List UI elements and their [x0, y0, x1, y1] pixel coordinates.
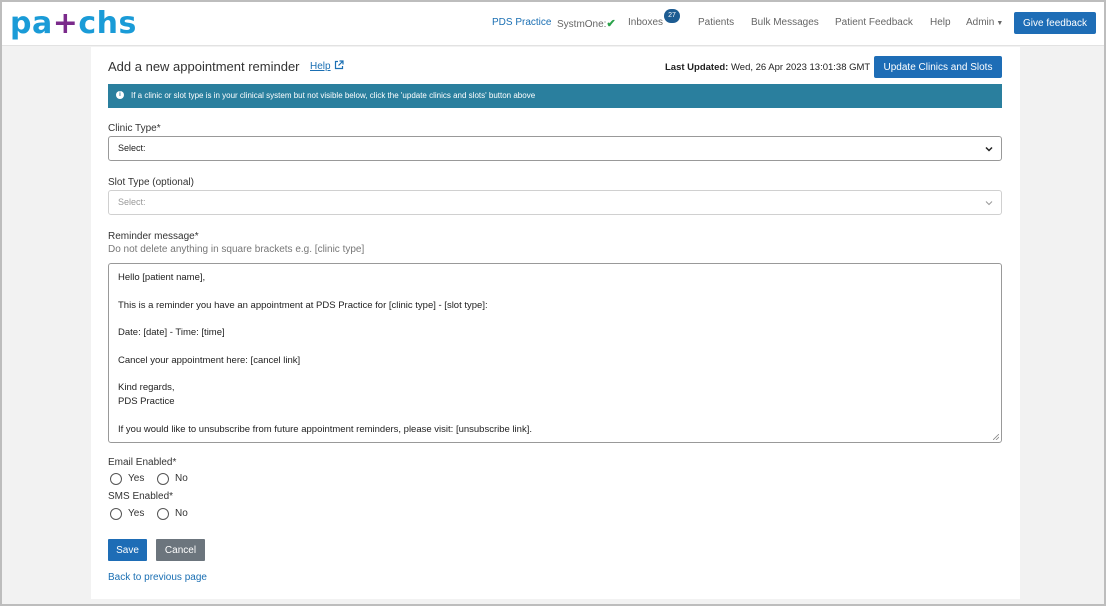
- clinic-type-label: Clinic Type*: [108, 123, 161, 134]
- nav-inboxes[interactable]: Inboxes: [628, 17, 663, 28]
- last-updated: Last Updated: Wed, 26 Apr 2023 13:01:38 …: [665, 62, 871, 73]
- reminder-message-label: Reminder message*: [108, 231, 199, 242]
- back-to-previous-link[interactable]: Back to previous page: [108, 572, 207, 583]
- reminder-message-textarea[interactable]: Hello [patient name], This is a reminder…: [108, 263, 1002, 443]
- reminder-hint: Do not delete anything in square bracket…: [108, 244, 365, 255]
- email-no-radio[interactable]: [157, 473, 169, 485]
- inbox-count-badge: 27: [664, 9, 680, 23]
- slot-type-select[interactable]: Select:: [108, 190, 1002, 215]
- email-enabled-label: Email Enabled*: [108, 457, 177, 468]
- nav-menu: PDS Practice SystmOne:✔ Inboxes 27 Patie…: [2, 2, 1104, 46]
- clinic-type-select[interactable]: Select:: [108, 136, 1002, 161]
- main-content: Add a new appointment reminder Help Last…: [91, 47, 1020, 599]
- external-link-icon[interactable]: [334, 60, 344, 70]
- chevron-down-icon: [985, 146, 993, 152]
- help-link[interactable]: Help: [310, 61, 331, 72]
- check-icon: ✔: [606, 18, 616, 30]
- resize-handle-icon[interactable]: [993, 434, 999, 440]
- sms-yes-label[interactable]: Yes: [128, 508, 144, 520]
- app-window: pa+chs PDS Practice SystmOne:✔ Inboxes 2…: [2, 2, 1104, 604]
- email-no-label[interactable]: No: [175, 473, 188, 485]
- info-alert: i If a clinic or slot type is in your cli…: [108, 84, 1002, 108]
- caret-down-icon: ▼: [996, 20, 1004, 27]
- cancel-button[interactable]: Cancel: [156, 539, 205, 561]
- sms-no-label[interactable]: No: [175, 508, 188, 520]
- nav-admin-dropdown[interactable]: Admin ▼: [966, 17, 1003, 28]
- email-yes-label[interactable]: Yes: [128, 473, 144, 485]
- info-icon: i: [116, 90, 124, 99]
- nav-practice[interactable]: PDS Practice: [492, 17, 551, 28]
- page-title: Add a new appointment reminder: [108, 59, 300, 74]
- nav-help[interactable]: Help: [930, 17, 951, 28]
- update-clinics-button[interactable]: Update Clinics and Slots: [874, 56, 1002, 78]
- nav-bulk-messages[interactable]: Bulk Messages: [751, 17, 819, 28]
- sms-yes-radio[interactable]: [110, 508, 122, 520]
- sms-no-radio[interactable]: [157, 508, 169, 520]
- sms-enabled-label: SMS Enabled*: [108, 491, 174, 502]
- top-navbar: pa+chs PDS Practice SystmOne:✔ Inboxes 2…: [2, 2, 1104, 46]
- save-button[interactable]: Save: [108, 539, 147, 561]
- nav-patient-feedback[interactable]: Patient Feedback: [835, 17, 913, 28]
- give-feedback-button[interactable]: Give feedback: [1014, 12, 1096, 34]
- chevron-down-icon: [985, 201, 993, 206]
- nav-patients[interactable]: Patients: [698, 17, 734, 28]
- slot-type-label: Slot Type (optional): [108, 177, 194, 188]
- email-yes-radio[interactable]: [110, 473, 122, 485]
- nav-system-status[interactable]: SystmOne:✔: [557, 17, 616, 30]
